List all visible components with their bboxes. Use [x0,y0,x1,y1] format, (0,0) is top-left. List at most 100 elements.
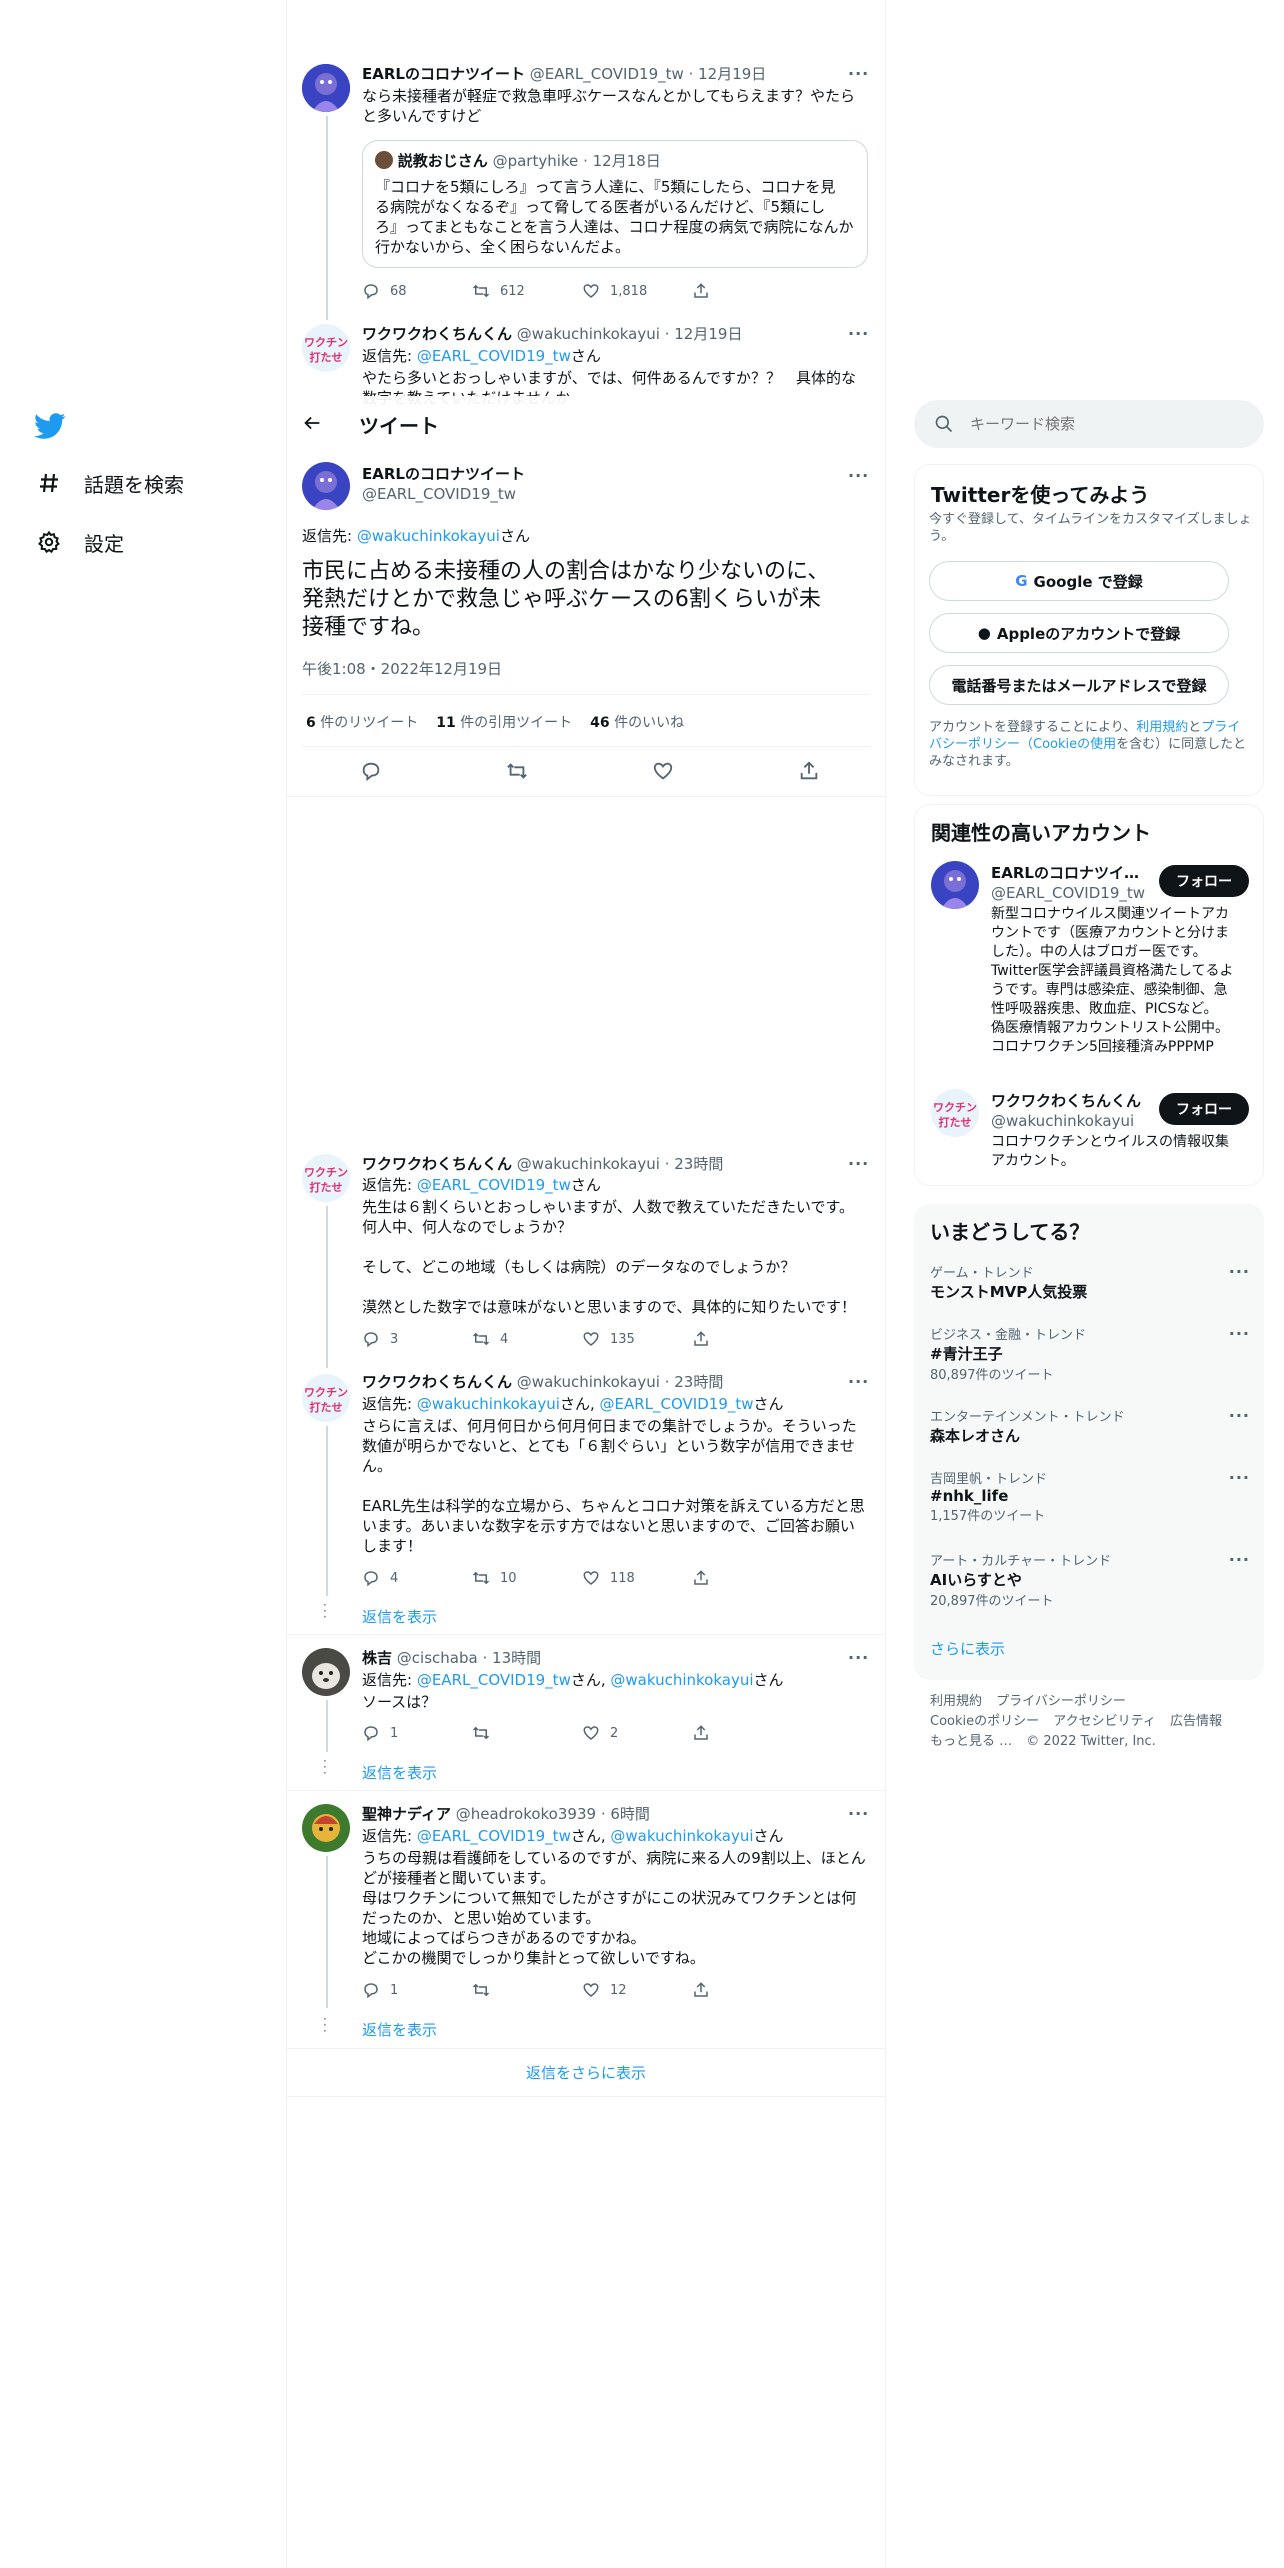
reply-button[interactable]: 1 [362,1981,472,1999]
more-icon[interactable]: ··· [1229,1550,1250,1569]
avatar[interactable] [302,64,350,112]
share-icon[interactable] [798,760,820,782]
display-name[interactable]: EARLのコロナツイート [362,464,525,484]
avatar[interactable]: ワクチン 打たせ [302,1374,350,1422]
more-icon[interactable]: ··· [848,1372,869,1391]
handle[interactable]: @EARL_COVID19_tw [530,65,684,83]
handle[interactable]: @wakuchinkokayui [991,1111,1141,1131]
tweet-date[interactable]: 12月19日 [674,325,742,343]
footer-ads[interactable]: 広告情報 [1170,1714,1222,1729]
tweet-time[interactable]: 6時間 [610,1805,650,1823]
more-icon[interactable]: ··· [848,64,869,83]
google-signup-button[interactable]: G Google で登録 [929,561,1229,601]
tweet-date[interactable]: 12月19日 [698,65,766,83]
heart-icon[interactable] [652,760,674,782]
retweet-icon[interactable] [506,760,528,782]
display-name[interactable]: ワクワクわくちんくん [362,1155,512,1173]
like-button[interactable]: 1,818 [582,282,692,300]
retweet-stat[interactable]: 6 件のリツイート [306,712,418,732]
reply-button[interactable]: 3 [362,1330,472,1348]
display-name[interactable]: EARLのコロナツイ… [991,863,1145,883]
search-input[interactable] [970,412,1250,436]
avatar[interactable]: ワクチン 打たせ [931,1089,979,1137]
display-name[interactable]: ワクワクわくちんくん [991,1091,1141,1111]
show-more-replies-link[interactable]: 返信をさらに表示 [286,2062,886,2083]
share-button[interactable] [692,282,802,300]
handle[interactable]: @wakuchinkokayui [517,325,660,343]
handle[interactable]: @EARL_COVID19_tw [362,484,525,504]
tweet-time[interactable]: 23時間 [674,1155,723,1173]
quote-stat[interactable]: 11 件の引用ツイート [436,712,572,732]
like-button[interactable]: 2 [582,1724,692,1742]
footer-more[interactable]: もっと見る … [930,1734,1012,1749]
like-button[interactable]: 135 [582,1330,692,1348]
retweet-button[interactable] [472,1724,582,1742]
avatar[interactable] [931,861,979,909]
more-icon[interactable]: ··· [1229,1324,1250,1343]
reply-button[interactable]: 4 [362,1569,472,1587]
show-replies-link[interactable]: 返信を表示 [362,1762,437,1783]
tweet-time[interactable]: 13時間 [492,1649,541,1667]
trend-item[interactable]: ゲーム・トレンド モンストMVP人気投票 ··· [930,1262,1250,1302]
trend-item[interactable]: エンターテインメント・トレンド 森本レオさん ··· [930,1406,1250,1446]
footer-terms[interactable]: 利用規約 [930,1694,982,1709]
handle[interactable]: @headrokoko3939 [456,1805,596,1823]
more-icon[interactable]: ··· [848,1154,869,1173]
more-icon[interactable]: ··· [1229,1468,1250,1487]
handle[interactable]: @wakuchinkokayui [517,1155,660,1173]
display-name[interactable]: EARLのコロナツイート [362,65,525,83]
nav-settings[interactable]: 設定 [34,527,124,557]
avatar[interactable] [302,1648,350,1696]
tweet-time[interactable]: 23時間 [674,1373,723,1391]
phone-signup-button[interactable]: 電話番号またはメールアドレスで登録 [929,665,1229,705]
more-icon[interactable]: ··· [848,324,869,343]
avatar[interactable]: ワクチン 打たせ [302,324,350,372]
avatar[interactable] [302,462,350,510]
avatar[interactable]: ワクチン 打たせ [302,1154,350,1202]
display-name[interactable]: ワクワクわくちんくん [362,325,512,343]
handle[interactable]: @EARL_COVID19_tw [991,883,1145,903]
share-button[interactable] [692,1330,802,1348]
more-icon[interactable]: ··· [848,1804,869,1823]
tweet-timestamp[interactable]: 午後1:08・2022年12月19日 [302,658,502,679]
retweet-button[interactable]: 612 [472,282,582,300]
retweet-button[interactable] [472,1981,582,1999]
share-button[interactable] [692,1981,802,1999]
trend-item[interactable]: ビジネス・金融・トレンド #青汁王子 80,897件のツイート ··· [930,1324,1250,1383]
reply-button[interactable]: 68 [362,282,472,300]
display-name[interactable]: 株吉 [362,1649,392,1667]
like-button[interactable]: 118 [582,1569,692,1587]
handle[interactable]: @wakuchinkokayui [517,1373,660,1391]
like-button[interactable]: 12 [582,1981,692,1999]
reply-button[interactable]: 1 [362,1724,472,1742]
follow-button[interactable]: フォロー [1159,865,1249,897]
reply-icon[interactable] [360,760,382,782]
share-button[interactable] [692,1724,802,1742]
back-arrow-icon[interactable] [301,412,325,436]
like-stat[interactable]: 46 件のいいね [590,712,684,732]
footer-cookie[interactable]: Cookieのポリシー [930,1714,1039,1729]
footer-privacy[interactable]: プライバシーポリシー [996,1694,1126,1709]
show-replies-link[interactable]: 返信を表示 [362,1606,437,1627]
footer-a11y[interactable]: アクセシビリティ [1053,1714,1156,1729]
avatar[interactable] [302,1804,350,1852]
search-bar[interactable] [914,400,1264,448]
show-more-trends-link[interactable]: さらに表示 [930,1638,1005,1659]
trend-item[interactable]: 吉岡里帆・トレンド #nhk_life 1,157件のツイート ··· [930,1468,1250,1524]
more-icon[interactable]: ··· [848,466,869,485]
more-icon[interactable]: ··· [848,1648,869,1667]
display-name[interactable]: ワクワクわくちんくん [362,1373,512,1391]
retweet-button[interactable]: 4 [472,1330,582,1348]
handle[interactable]: @cischaba [397,1649,478,1667]
trend-item[interactable]: アート・カルチャー・トレンド AIいらすとや 20,897件のツイート ··· [930,1550,1250,1609]
twitter-logo-icon[interactable] [34,410,66,442]
retweet-button[interactable]: 10 [472,1569,582,1587]
quote-tweet[interactable]: 説教おじさん @partyhike · 12月18日 『コロナを5類にしろ』って… [362,140,868,268]
follow-button[interactable]: フォロー [1159,1093,1249,1125]
share-button[interactable] [692,1569,802,1587]
apple-signup-button[interactable]: ● Appleのアカウントで登録 [929,613,1229,653]
show-replies-link[interactable]: 返信を表示 [362,2019,437,2040]
more-icon[interactable]: ··· [1229,1406,1250,1425]
display-name[interactable]: 聖神ナディア [362,1805,451,1823]
nav-explore[interactable]: 話題を検索 [34,468,184,498]
